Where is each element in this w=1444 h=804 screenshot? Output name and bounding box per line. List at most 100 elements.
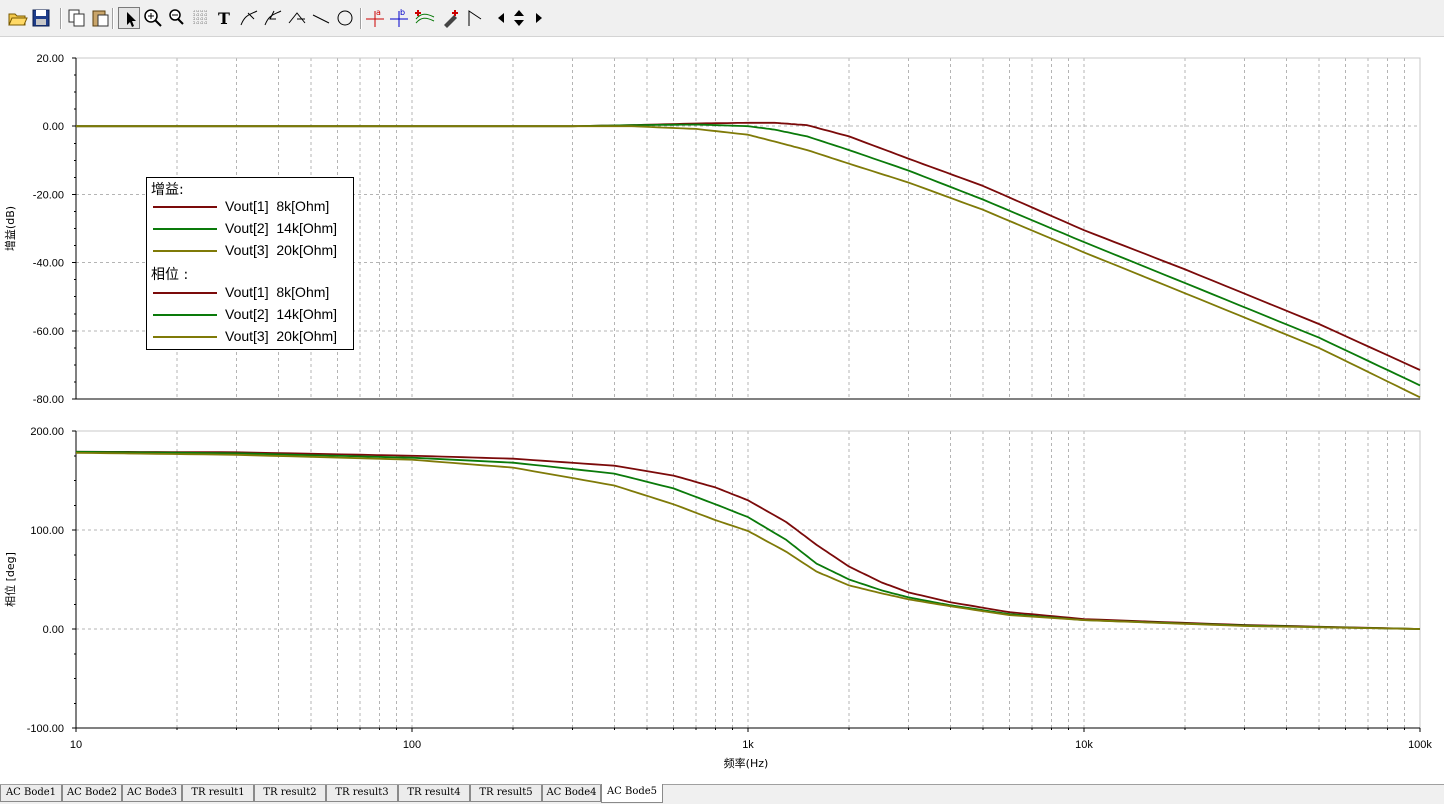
y-tick-label: 100.00 bbox=[30, 525, 64, 537]
svg-text:b: b bbox=[400, 8, 405, 17]
tab-tr-result3[interactable]: TR result3 bbox=[326, 785, 398, 802]
toolbar-separator bbox=[60, 8, 62, 29]
legend-label: Vout[2] 14k[Ohm] bbox=[225, 220, 338, 236]
grid-icon bbox=[193, 10, 208, 25]
curve-label-button[interactable] bbox=[238, 7, 260, 29]
line-tool-icon bbox=[312, 14, 330, 24]
tab-tr-result5[interactable]: TR result5 bbox=[470, 785, 542, 802]
y-tick-label: 0.00 bbox=[43, 121, 64, 133]
save-disk-icon bbox=[32, 9, 50, 27]
y-tick-label: 0.00 bbox=[43, 624, 64, 636]
y-tick-label: 20.00 bbox=[36, 53, 64, 65]
curve-label-icon bbox=[240, 10, 258, 26]
legend-swatch bbox=[153, 228, 217, 230]
svg-text:T: T bbox=[218, 9, 230, 28]
toolbar-separator bbox=[360, 8, 362, 29]
y-tick-label: -80.00 bbox=[33, 394, 64, 406]
bode-plot-svg: 20.00 0.00 -20.00 -40.00 -60.00 -80.00 增益(dB) 2… bbox=[3, 53, 1432, 770]
x-tick-label: 1k bbox=[742, 739, 754, 751]
legend-swatch bbox=[153, 292, 217, 294]
x-axis-title: 频率(Hz) bbox=[724, 756, 769, 770]
zoom-in-button[interactable] bbox=[142, 7, 164, 29]
zoom-in-icon bbox=[144, 9, 162, 27]
grid-button[interactable] bbox=[190, 7, 212, 29]
bracket-tool-icon bbox=[288, 12, 306, 24]
copy-button[interactable] bbox=[66, 7, 88, 29]
tab-ac-bode2[interactable]: AC Bode2 bbox=[62, 785, 122, 802]
legend-phase-entry-3: Vout[3] 20k[Ohm] bbox=[153, 327, 353, 347]
save-button[interactable] bbox=[30, 7, 52, 29]
legend-label: Vout[3] 20k[Ohm] bbox=[225, 242, 338, 258]
probe-icon bbox=[444, 10, 458, 28]
add-curve-button[interactable] bbox=[414, 7, 436, 29]
add-curve-icon bbox=[415, 10, 435, 24]
tab-tr-result4[interactable]: TR result4 bbox=[398, 785, 470, 802]
legend-phase-entry-1: Vout[1] 8k[Ohm] bbox=[153, 283, 353, 303]
tab-ac-bode4[interactable]: AC Bode4 bbox=[542, 785, 601, 802]
cursor-a-icon: a bbox=[366, 8, 384, 27]
y-tick-label: -60.00 bbox=[33, 326, 64, 338]
chart-legend[interactable]: 增益: Vout[1] 8k[Ohm] Vout[2] 14k[Ohm] Vou… bbox=[146, 177, 354, 350]
x-tick-label: 100 bbox=[403, 739, 421, 751]
y-axis-title: 增益(dB) bbox=[3, 206, 17, 251]
marker-flag-icon bbox=[468, 10, 482, 26]
paste-button[interactable] bbox=[90, 7, 112, 29]
legend-phase-header: 相位 : bbox=[151, 267, 189, 283]
y-tick-label: -20.00 bbox=[33, 189, 64, 201]
select-button[interactable] bbox=[118, 7, 140, 29]
plot-area: 20.00 0.00 -20.00 -40.00 -60.00 -80.00 增益(dB) 2… bbox=[0, 36, 1444, 784]
marker-button[interactable] bbox=[464, 7, 486, 29]
arrow-right-icon bbox=[536, 13, 542, 23]
circle-tool-icon bbox=[337, 10, 353, 26]
legend-label: Vout[3] 20k[Ohm] bbox=[225, 328, 338, 344]
curve-label-2-button[interactable] bbox=[262, 7, 284, 29]
result-tab-bar: AC Bode1 AC Bode2 AC Bode3 TR result1 TR res… bbox=[0, 784, 1444, 804]
updown-button[interactable] bbox=[508, 7, 530, 29]
tab-ac-bode1[interactable]: AC Bode1 bbox=[0, 785, 62, 802]
tab-tr-result1[interactable]: TR result1 bbox=[182, 785, 254, 802]
toolbar: Ta b bbox=[0, 0, 1444, 37]
legend-label: Vout[1] 8k[Ohm] bbox=[225, 284, 330, 300]
tab-tr-result2[interactable]: TR result2 bbox=[254, 785, 326, 802]
zoom-100-button[interactable] bbox=[166, 7, 188, 29]
legend-label: Vout[1] 8k[Ohm] bbox=[225, 198, 330, 214]
line-button[interactable] bbox=[310, 7, 332, 29]
y-tick-label: -100.00 bbox=[27, 723, 64, 735]
x-tick-label: 10 bbox=[70, 739, 82, 751]
text-tool-icon: T bbox=[218, 9, 230, 28]
cursor-a-button[interactable]: a bbox=[364, 7, 386, 29]
y-tick-label: 200.00 bbox=[30, 426, 64, 438]
probe-button[interactable] bbox=[440, 7, 462, 29]
legend-swatch bbox=[153, 314, 217, 316]
zoom-100-icon bbox=[169, 9, 184, 25]
curve-label-alt-icon bbox=[264, 10, 282, 26]
cursor-b-icon: b bbox=[390, 8, 408, 27]
bracket-button[interactable] bbox=[286, 7, 308, 29]
tab-ac-bode5[interactable]: AC Bode5 bbox=[601, 784, 663, 803]
pointer-arrow-icon bbox=[127, 12, 136, 27]
legend-phase-entry-2: Vout[2] 14k[Ohm] bbox=[153, 305, 353, 325]
cursor-b-button[interactable]: b bbox=[388, 7, 410, 29]
svg-text:a: a bbox=[376, 8, 381, 17]
legend-swatch bbox=[153, 336, 217, 338]
tab-ac-bode3[interactable]: AC Bode3 bbox=[122, 785, 182, 802]
legend-gain-entry-3: Vout[3] 20k[Ohm] bbox=[153, 241, 353, 261]
paste-icon bbox=[92, 10, 109, 27]
circle-button[interactable] bbox=[334, 7, 356, 29]
legend-swatch bbox=[153, 250, 217, 252]
next-button[interactable] bbox=[528, 7, 550, 29]
toolbar-separator bbox=[112, 8, 114, 29]
y-axis-title: 相位 [deg] bbox=[3, 552, 17, 607]
open-folder-icon bbox=[8, 13, 28, 26]
x-tick-label: 10k bbox=[1075, 739, 1093, 751]
legend-gain-entry-1: Vout[1] 8k[Ohm] bbox=[153, 197, 353, 217]
legend-swatch bbox=[153, 206, 217, 208]
text-button[interactable]: T bbox=[214, 7, 236, 29]
arrow-up-down-icon bbox=[514, 10, 524, 26]
legend-label: Vout[2] 14k[Ohm] bbox=[225, 306, 338, 322]
phase-panel: 200.00 100.00 0.00 -100.00 相位 [deg] 10 100 1k 10… bbox=[3, 426, 1432, 770]
open-button[interactable] bbox=[6, 7, 28, 29]
legend-gain-entry-2: Vout[2] 14k[Ohm] bbox=[153, 219, 353, 239]
legend-gain-header: 增益: bbox=[151, 182, 184, 198]
copy-icon bbox=[68, 9, 85, 27]
